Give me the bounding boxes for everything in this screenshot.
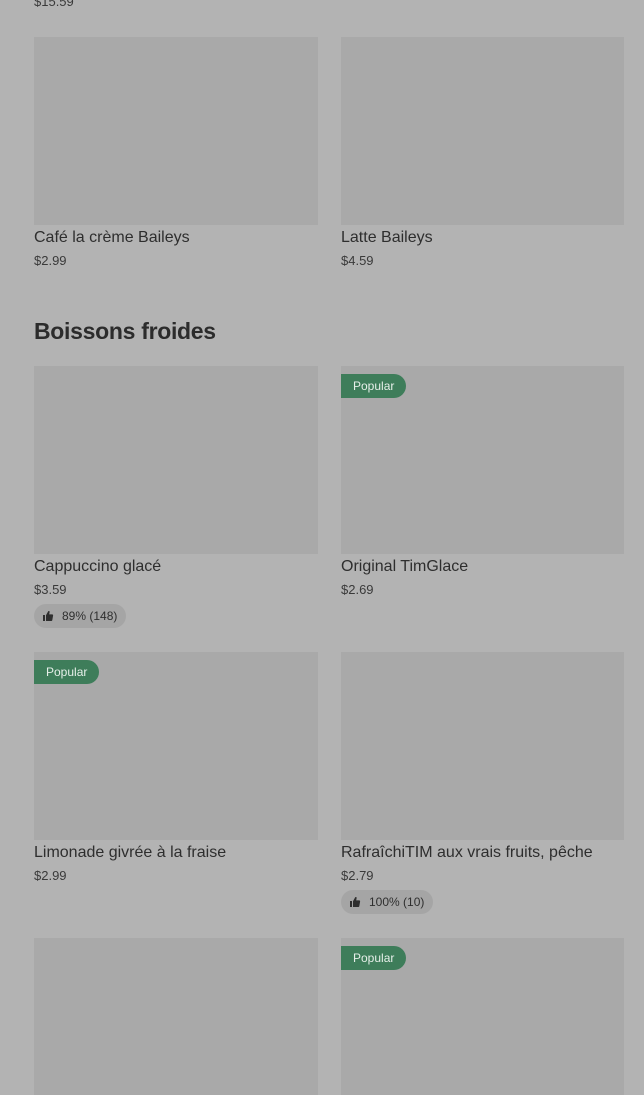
popular-badge: Popular (341, 374, 407, 398)
menu-item-card[interactable]: Café la crème Baileys $2.99 (34, 37, 318, 269)
menu-item-card[interactable] (34, 938, 318, 1095)
section-title: Boissons froides (34, 318, 216, 344)
rating-text: 100% (10) (369, 895, 425, 909)
menu-page: $15.59 Café la crème Baileys $2.99 Latte… (0, 0, 644, 1095)
item-image[interactable] (34, 938, 318, 1095)
thumbs-up-icon (43, 610, 54, 621)
item-image[interactable]: Popular (34, 652, 318, 840)
menu-item-card[interactable]: RafraîchiTIM aux vrais fruits, pêche $2.… (341, 652, 625, 914)
item-price: $2.99 (34, 868, 67, 883)
item-price: $3.59 (34, 582, 67, 597)
item-image[interactable] (341, 652, 624, 840)
rating-pill: 100% (10) (341, 890, 434, 914)
menu-item-card[interactable]: Popular (341, 938, 625, 1095)
menu-item-card[interactable]: Popular Original TimGlace $2.69 (341, 366, 625, 598)
item-image[interactable]: Popular (341, 938, 624, 1095)
item-image[interactable] (341, 37, 624, 225)
item-image[interactable]: Popular (341, 366, 624, 554)
previous-item-price: $15.59 (34, 0, 74, 9)
menu-item-card[interactable]: Popular Limonade givrée à la fraise $2.9… (34, 652, 318, 884)
item-name: Cappuccino glacé (34, 558, 162, 575)
item-name: Limonade givrée à la fraise (34, 844, 227, 861)
item-image[interactable] (34, 37, 318, 225)
menu-item-card[interactable]: Latte Baileys $4.59 (341, 37, 625, 269)
popular-badge: Popular (34, 660, 100, 684)
item-price: $4.59 (341, 253, 374, 268)
item-image[interactable] (34, 366, 318, 554)
rating-text: 89% (148) (62, 609, 118, 623)
item-name: Latte Baileys (341, 229, 433, 246)
item-price: $2.79 (341, 868, 374, 883)
item-name: Café la crème Baileys (34, 229, 190, 246)
popular-badge: Popular (341, 946, 407, 970)
item-price: $2.69 (341, 582, 374, 597)
item-name: Original TimGlace (341, 558, 469, 575)
rating-pill: 89% (148) (34, 604, 127, 628)
item-price: $2.99 (34, 253, 67, 268)
item-name: RafraîchiTIM aux vrais fruits, pêche (341, 844, 593, 861)
menu-item-card[interactable]: Cappuccino glacé $3.59 89% (148) (34, 366, 318, 628)
thumbs-up-icon (350, 896, 361, 907)
